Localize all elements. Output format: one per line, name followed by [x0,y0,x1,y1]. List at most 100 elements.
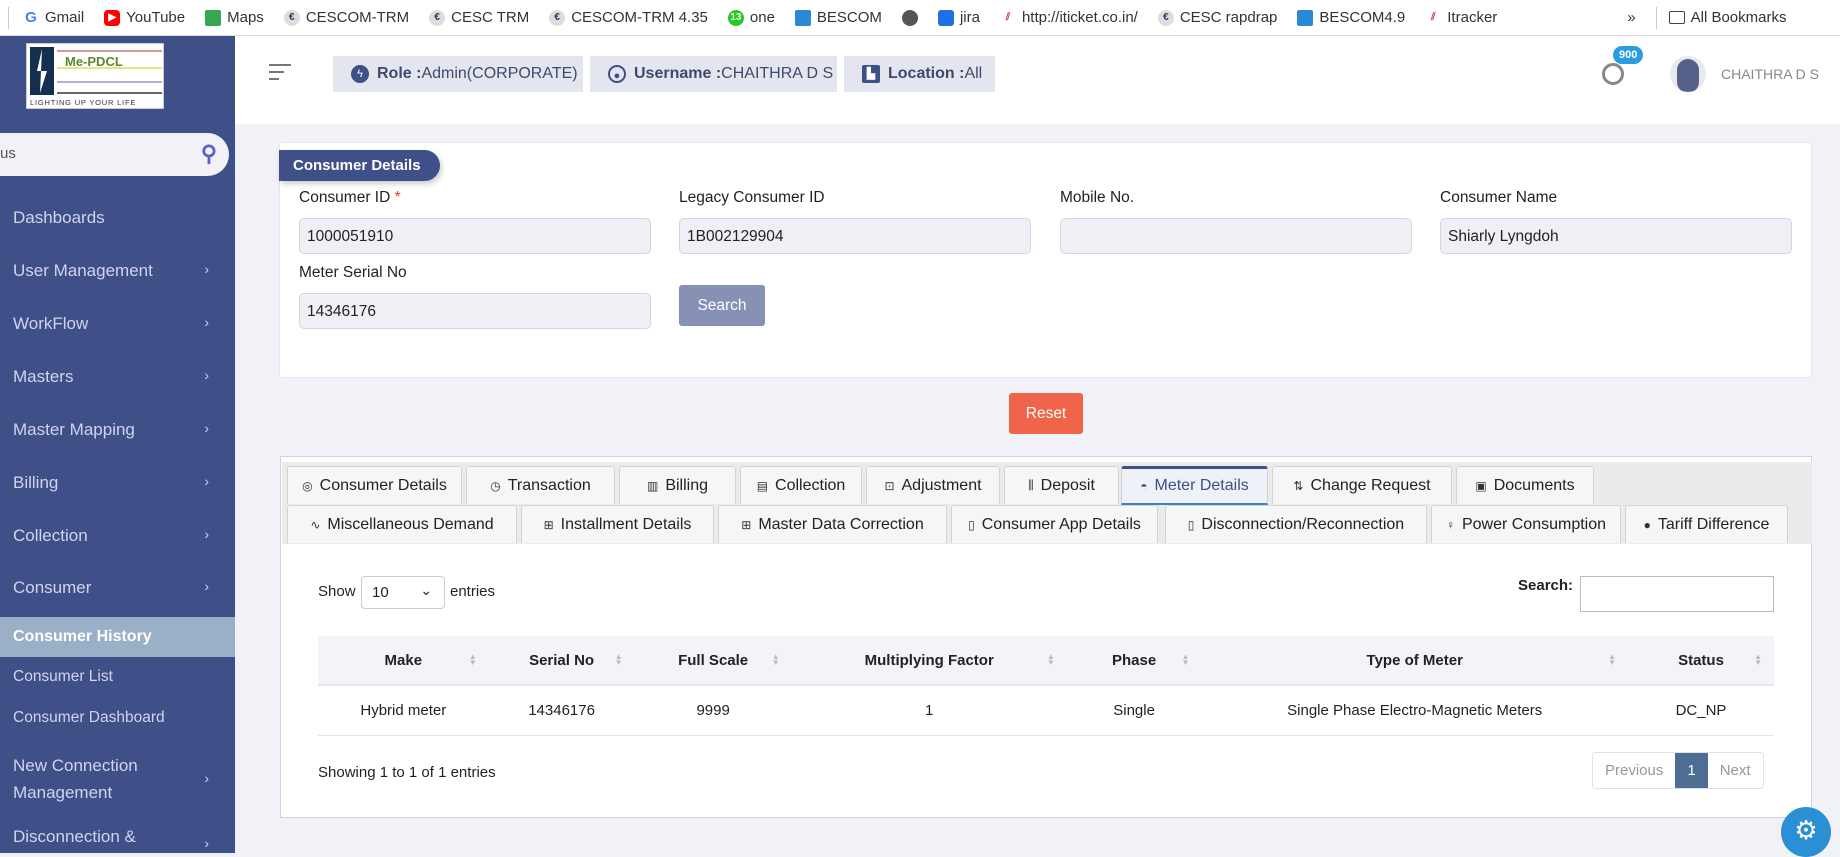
sidebar-item-consumer[interactable]: Consumer › [0,578,235,598]
bookmarks-more-button[interactable]: » [1627,9,1635,26]
sidebar-item-workflow[interactable]: WorkFlow › [0,314,235,334]
previous-page-button[interactable]: Previous [1593,753,1675,788]
bookmark-jira[interactable]: jira [937,9,980,26]
consumer-name-input[interactable]: Shiarly Lyngdoh [1440,218,1792,254]
sidebar-item-label: Consumer Dashboard [13,709,165,726]
bookmark-label: BESCOM [816,9,882,26]
role-chip: ϟ Role :Admin(CORPORATE) [333,56,583,92]
bookmark-cescom-trm-435[interactable]: € CESCOM-TRM 4.35 [549,9,708,26]
column-header-serial-no[interactable]: Serial No ▲ ▼ [488,636,635,686]
bookmark-bescom49[interactable]: BESCOM4.9 [1297,9,1405,26]
table-search-input[interactable] [1580,576,1774,612]
column-label: Phase [1111,651,1157,669]
tab-change-request[interactable]: ⇅ Change Request [1272,466,1452,504]
bookmark-bescom[interactable]: BESCOM [794,9,882,26]
legacy-id-input[interactable]: 1B002129904 [679,218,1031,254]
chevron-right-icon: › [204,261,209,277]
tab-collection[interactable]: ▤ Collection [740,466,862,504]
tab-installment-details[interactable]: ⊞ Installment Details [521,505,714,543]
sidebar-item-consumer-history[interactable]: Consumer History [0,617,235,657]
header-user-name[interactable]: CHAITHRA D S [1721,66,1819,82]
logo: Me-PDCL LIGHTING UP YOUR LIFE [26,43,164,109]
column-label: Serial No [529,651,595,669]
bookmark-maps[interactable]: Maps [205,9,264,26]
tab-label: Miscellaneous Demand [327,515,494,533]
tab-label: Documents [1493,476,1575,494]
settings-gear-button[interactable]: ⚙ [1781,807,1831,857]
search-icon[interactable]: ⚲ [201,141,217,167]
tab-documents[interactable]: ▣ Documents [1456,466,1594,504]
cell-full-scale: 9999 [634,685,792,736]
tab-deposit[interactable]: ⫼ Deposit [1004,466,1119,504]
meter-details-icon: ◓ [1140,479,1148,493]
chevron-right-icon: › [204,770,209,786]
sidebar-search-input[interactable]: us ⚲ [0,133,229,176]
collection-icon: ▤ [756,478,769,493]
bookmark-cesc-rapdrap[interactable]: € CESC rapdrap [1157,9,1277,26]
bookmark-gmail[interactable]: G Gmail [23,9,84,26]
tab-power-consumption[interactable]: ♀ Power Consumption [1431,505,1621,543]
tab-label: Installment Details [560,515,692,533]
mobile-label: Mobile No. [1060,189,1135,206]
bolt-icon: ϟ [351,65,369,83]
bookmark-cesc-trm[interactable]: € CESC TRM [429,9,529,26]
tab-meter-details[interactable]: ◓ Meter Details [1121,466,1268,505]
column-header-type-of-meter[interactable]: Type of Meter ▲ ▼ [1201,636,1629,686]
tab-disconnection-reconnection[interactable]: ▯ Disconnection/Reconnection [1165,505,1427,543]
folder-icon [1668,11,1685,24]
avatar[interactable] [1670,56,1706,92]
consumer-name-label: Consumer Name [1440,189,1558,206]
miscellaneous-demand-icon: ∿ [310,517,321,532]
sidebar-item-label: Consumer [13,578,92,597]
sidebar-item-new-connection[interactable]: New Connection Management › [0,752,209,806]
tab-transaction[interactable]: ◷ Transaction [466,466,615,504]
tab-tariff-difference[interactable]: ● Tariff Difference [1625,505,1788,543]
bookmark-globe[interactable] [901,9,918,26]
column-header-full-scale[interactable]: Full Scale ▲ ▼ [634,636,792,686]
column-header-phase[interactable]: Phase ▲ ▼ [1066,636,1202,686]
tab-billing[interactable]: ▥ Billing [619,466,736,504]
bookmark-label: one [749,9,775,26]
consumer-id-input[interactable]: 1000051910 [299,218,651,254]
sidebar-item-user-management[interactable]: User Management › [0,261,235,281]
sidebar-item-disconnection[interactable]: Disconnection & › [0,827,235,851]
sidebar-item-master-mapping[interactable]: Master Mapping › [0,420,235,440]
bookmark-youtube[interactable]: ▶ YouTube [104,9,185,26]
sidebar-item-collection[interactable]: Collection › [0,526,235,546]
itracker-icon: ⫽ [1431,11,1436,23]
next-page-button[interactable]: Next [1708,753,1763,788]
all-bookmarks-button[interactable]: All Bookmarks [1668,9,1786,26]
search-button[interactable]: Search [679,285,765,326]
sidebar-item-consumer-list[interactable]: Consumer List [0,668,235,686]
reset-button[interactable]: Reset [1009,393,1083,434]
meter-serial-input[interactable]: 14346176 [299,293,651,329]
column-header-make[interactable]: Make ▲ ▼ [318,636,489,686]
column-header-status[interactable]: Status ▲ ▼ [1628,636,1774,686]
clock-notification-button[interactable] [1602,63,1624,85]
mobile-input[interactable] [1060,218,1412,254]
sidebar-item-masters[interactable]: Masters › [0,367,235,387]
tab-consumer-app-details[interactable]: ▯ Consumer App Details [951,505,1158,543]
tab-miscellaneous-demand[interactable]: ∿ Miscellaneous Demand [287,505,517,543]
entries-length-select[interactable]: 10 ⌄ [361,576,445,609]
bookmark-iticket[interactable]: ⫽ http://iticket.co.in/ [1000,9,1138,26]
transaction-icon: ◷ [490,478,501,493]
tab-adjustment[interactable]: ⊡ Adjustment [866,466,1000,504]
username-value: CHAITHRA D S [721,65,834,82]
sidebar-item-dashboards[interactable]: Dashboards [0,208,235,228]
sort-icon: ▲ ▼ [1608,652,1617,667]
sidebar-item-label: Masters [13,367,74,386]
sidebar-item-billing[interactable]: Billing › [0,473,235,493]
tab-consumer-details[interactable]: ◎ Consumer Details [287,466,462,504]
bookmark-one[interactable]: 13 one [727,9,775,26]
meter-details-table: Make ▲ ▼ Serial No ▲ ▼ Full Scale ▲ ▼ Multiplying… [318,636,1774,736]
hamburger-menu-button[interactable] [269,64,291,80]
more-icon: » [1627,9,1636,26]
bookmark-cescom-trm[interactable]: € CESCOM-TRM [283,9,409,26]
page-1-button[interactable]: 1 [1675,753,1708,788]
sidebar-item-consumer-dashboard[interactable]: Consumer Dashboard [0,709,235,727]
bookmark-itracker[interactable]: ⫽ Itracker [1425,9,1497,26]
column-header-multiplying-factor[interactable]: Multiplying Factor ▲ ▼ [791,636,1067,686]
tab-master-data-correction[interactable]: ⊞ Master Data Correction [718,505,947,543]
legacy-id-label: Legacy Consumer ID [679,189,825,206]
